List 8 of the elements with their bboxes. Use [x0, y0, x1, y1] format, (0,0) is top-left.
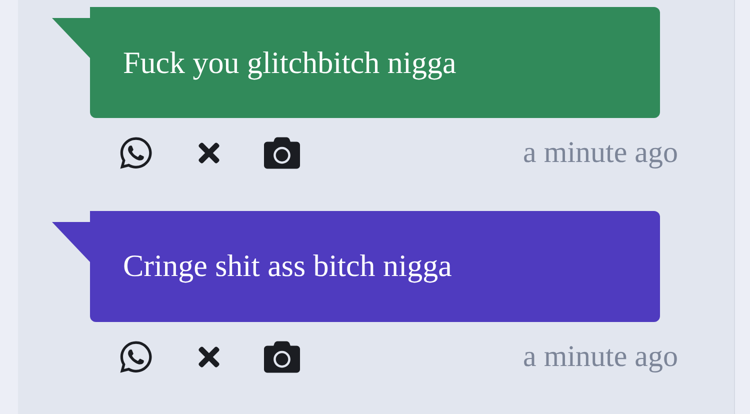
whatsapp-icon[interactable] [118, 135, 154, 171]
message-text: Fuck you glitchbitch nigga [123, 44, 456, 80]
whatsapp-icon[interactable] [118, 338, 154, 374]
timestamp: a minute ago [523, 136, 678, 170]
timestamp: a minute ago [523, 340, 678, 374]
camera-icon[interactable] [264, 338, 300, 374]
camera-icon[interactable] [264, 135, 300, 171]
message-text: Cringe shit ass bitch nigga [123, 248, 452, 284]
